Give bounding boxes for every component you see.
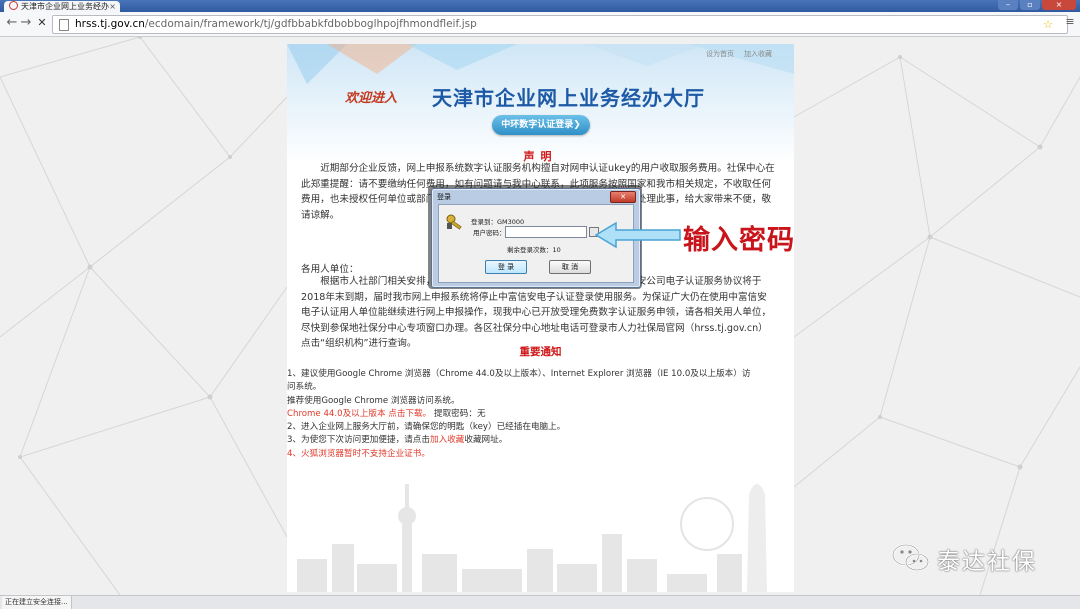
tip-4: 4、火狐浏览器暂时不支持企业证书。 [287,448,430,459]
login-target-label: 登录到：GM3000 [471,218,525,226]
annotation-arrow-icon [594,221,681,249]
bookmark-star-icon[interactable]: ☆ [1043,16,1053,33]
site-title: 天津市企业网上业务经办大厅 [432,86,705,110]
window-controls: – ▫ × [998,0,1076,11]
address-bar[interactable]: hrss.tj.gov.cn/ecdomain/framework/tj/gdf… [52,15,1068,34]
web-page: 设为首页 加入收藏 欢迎进入 天津市企业网上业务经办大厅 中环数字认证登录❯ 声明… [287,44,794,592]
window-titlebar: 天津市企业网上业务经办 × – ▫ × [0,0,1080,12]
tip-3-a: 3、为使您下次访问更加便捷，请点击 [287,435,430,446]
tab-close-icon[interactable]: × [109,1,116,12]
dialog-close-button[interactable]: ✕ [610,191,636,203]
wechat-logo-icon [892,544,929,571]
login-cancel-button[interactable]: 取 消 [549,260,591,274]
chrome-download-link[interactable]: Chrome 44.0及以上版本 点击下载。 [287,409,431,419]
tip-1: 1、建议使用Google Chrome 浏览器（Chrome 44.0及以上版本… [287,369,751,379]
url-path: /ecdomain/framework/tj/gdfbbabkfdbobbogl… [144,18,477,30]
status-text: 正在建立安全连接... [2,596,72,609]
dialog-title: 登录 [437,193,451,201]
browser-menu-icon[interactable]: ≡ [1064,14,1076,30]
watermark-text: 泰达社保 [937,549,1037,575]
forward-arrow-icon[interactable]: → [18,15,34,31]
url-host: hrss.tj.gov.cn [75,18,145,30]
key-icon [446,214,462,230]
annotation-text: 输入密码 [683,225,795,256]
city-skyline-graphic [297,484,767,592]
tab-title: 天津市企业网上业务经办 [21,2,109,11]
tip-download: Chrome 44.0及以上版本 点击下载。 提取密码：无 [287,408,777,421]
tip-3: 3、为使您下次访问更加便捷，请点击加入收藏收藏网址。 [287,434,777,447]
browser-toolbar: ← → ✕ hrss.tj.gov.cn/ecdomain/framework/… [0,12,1080,37]
page-icon [59,19,69,31]
tip-1-cont: 问系统。 [287,382,322,393]
extract-password: 提取密码：无 [431,408,486,419]
maximize-button[interactable]: ▫ [1020,0,1040,10]
salutation: 各用人单位： [301,264,359,275]
browser-tab[interactable]: 天津市企业网上业务经办 × [4,1,120,12]
tip-3-b: 收藏网址。 [464,435,508,446]
top-links: 设为首页 加入收藏 [696,49,772,59]
tab-favicon-icon [9,1,18,10]
add-bookmark-link[interactable]: 加入收藏 [430,435,464,445]
status-bar: 正在建立安全连接... [0,595,1080,609]
important-notice-title: 重要通知 [519,346,562,358]
login-ok-button[interactable]: 登 录 [485,260,527,274]
tips-list: 1、建议使用Google Chrome 浏览器（Chrome 44.0及以上版本… [287,368,777,461]
password-label: 用户密码： [473,229,506,237]
tip-chrome: 推荐使用Google Chrome 浏览器访问系统。 [287,395,460,406]
tip-2: 2、进入企业网上服务大厅前，请确保您的明匙（key）已经插在电脑上。 [287,422,566,433]
window-close-button[interactable]: × [1042,0,1076,10]
password-field[interactable] [505,226,587,238]
minimize-button[interactable]: – [998,0,1018,10]
stop-loading-icon[interactable]: ✕ [34,15,50,31]
remaining-attempts: 剩余登录次数：10 [507,246,561,254]
ca-login-button[interactable]: 中环数字认证登录❯ [492,115,590,135]
add-favorites-link[interactable]: 加入收藏 [744,50,772,58]
welcome-text: 欢迎进入 [345,91,398,106]
url-text[interactable]: hrss.tj.gov.cn/ecdomain/framework/tj/gdf… [75,16,477,33]
set-homepage-link[interactable]: 设为首页 [706,50,734,58]
